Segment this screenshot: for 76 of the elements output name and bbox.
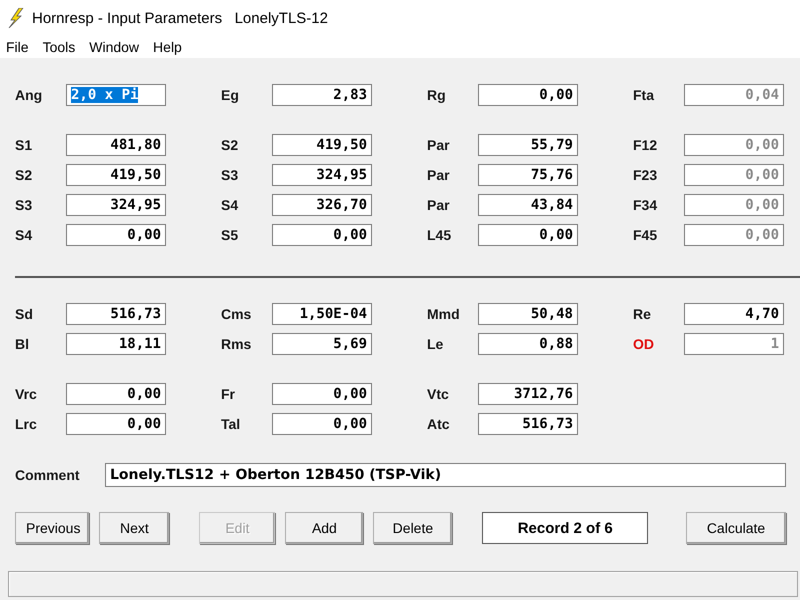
input-field[interactable]: 0,88 xyxy=(478,333,578,355)
input-field[interactable]: 0,00 xyxy=(66,413,166,435)
field-label: Par xyxy=(427,137,451,153)
field-label: F34 xyxy=(633,197,658,213)
menu-item[interactable]: File xyxy=(6,39,29,55)
input-field[interactable]: 55,79 xyxy=(478,134,578,156)
field-label: S3 xyxy=(221,167,240,183)
menu-item[interactable]: Help xyxy=(153,39,182,55)
input-field[interactable]: 0,00 xyxy=(478,224,578,246)
input-field[interactable]: 419,50 xyxy=(66,164,166,186)
push-button[interactable]: Calculate xyxy=(686,512,786,544)
push-button[interactable]: Add xyxy=(285,512,364,544)
input-field[interactable]: 50,48 xyxy=(478,303,578,325)
field-label: Tal xyxy=(221,416,242,432)
push-button[interactable]: Previous xyxy=(15,512,90,544)
field-label: OD xyxy=(633,336,655,352)
input-field[interactable]: 0,00 xyxy=(478,84,578,106)
field-label: Cms xyxy=(221,306,252,322)
field-label: Fr xyxy=(221,386,236,402)
field-label: S4 xyxy=(15,227,34,243)
input-field[interactable]: 0,00 xyxy=(66,383,166,405)
push-button[interactable]: Next xyxy=(99,512,170,544)
field-label: Par xyxy=(427,197,451,213)
input-field[interactable]: 4,70 xyxy=(684,303,784,325)
input-field[interactable]: 516,73 xyxy=(478,413,578,435)
field-label: S1 xyxy=(15,137,34,153)
input-field[interactable]: 419,50 xyxy=(272,134,372,156)
input-field[interactable]: 3712,76 xyxy=(478,383,578,405)
comment-field[interactable]: Lonely.TLS12 + Oberton 12B450 (TSP-Vik) xyxy=(105,463,786,487)
field-label: S2 xyxy=(15,167,34,183)
field-label: Fta xyxy=(633,87,656,103)
input-field[interactable]: 481,80 xyxy=(66,134,166,156)
comment-label: Comment xyxy=(15,467,81,483)
field-label: Lrc xyxy=(15,416,38,432)
field-label: S3 xyxy=(15,197,34,213)
input-field[interactable]: 324,95 xyxy=(272,164,372,186)
field-label: Vtc xyxy=(427,386,450,402)
field-label: S2 xyxy=(221,137,240,153)
input-field[interactable]: 516,73 xyxy=(66,303,166,325)
field-label: F23 xyxy=(633,167,658,183)
input-field[interactable]: 18,11 xyxy=(66,333,166,355)
field-label: F12 xyxy=(633,137,658,153)
input-field[interactable]: 0,00 xyxy=(272,413,372,435)
field-label: Mmd xyxy=(427,306,461,322)
input-field[interactable]: 0,00 xyxy=(272,383,372,405)
record-counter: Record 2 of 6 xyxy=(482,512,648,544)
field-label: Re xyxy=(633,306,652,322)
field-label: Rms xyxy=(221,336,252,352)
menu-item[interactable]: Window xyxy=(89,39,140,55)
input-field[interactable]: 0,00 xyxy=(272,224,372,246)
field-label: Ang xyxy=(15,87,44,103)
field-label: S5 xyxy=(221,227,240,243)
input-field[interactable]: 5,69 xyxy=(272,333,372,355)
menu-item[interactable]: Tools xyxy=(42,39,76,55)
input-field[interactable]: 1,50E-04 xyxy=(272,303,372,325)
input-field[interactable]: 326,70 xyxy=(272,194,372,216)
input-field[interactable]: 43,84 xyxy=(478,194,578,216)
field-label: Bl xyxy=(15,336,30,352)
field-label: Atc xyxy=(427,416,451,432)
field-label: Eg xyxy=(221,87,240,103)
push-button[interactable]: Delete xyxy=(373,512,452,544)
field-label: L45 xyxy=(427,227,452,243)
input-field[interactable]: 2,0 x Pi xyxy=(66,84,166,106)
field-label: Vrc xyxy=(15,386,38,402)
field-label: S4 xyxy=(221,197,240,213)
field-label: Rg xyxy=(427,87,447,103)
input-field[interactable]: 75,76 xyxy=(478,164,578,186)
input-field[interactable]: 2,83 xyxy=(272,84,372,106)
window-title: Hornresp - Input Parameters LonelyTLS-12 xyxy=(32,10,328,26)
field-label: Par xyxy=(427,167,451,183)
field-label: F45 xyxy=(633,227,658,243)
input-field[interactable]: 324,95 xyxy=(66,194,166,216)
field-label: Sd xyxy=(15,306,34,322)
lightning-icon xyxy=(8,8,24,28)
input-field[interactable]: 0,00 xyxy=(66,224,166,246)
field-label: Le xyxy=(427,336,444,352)
